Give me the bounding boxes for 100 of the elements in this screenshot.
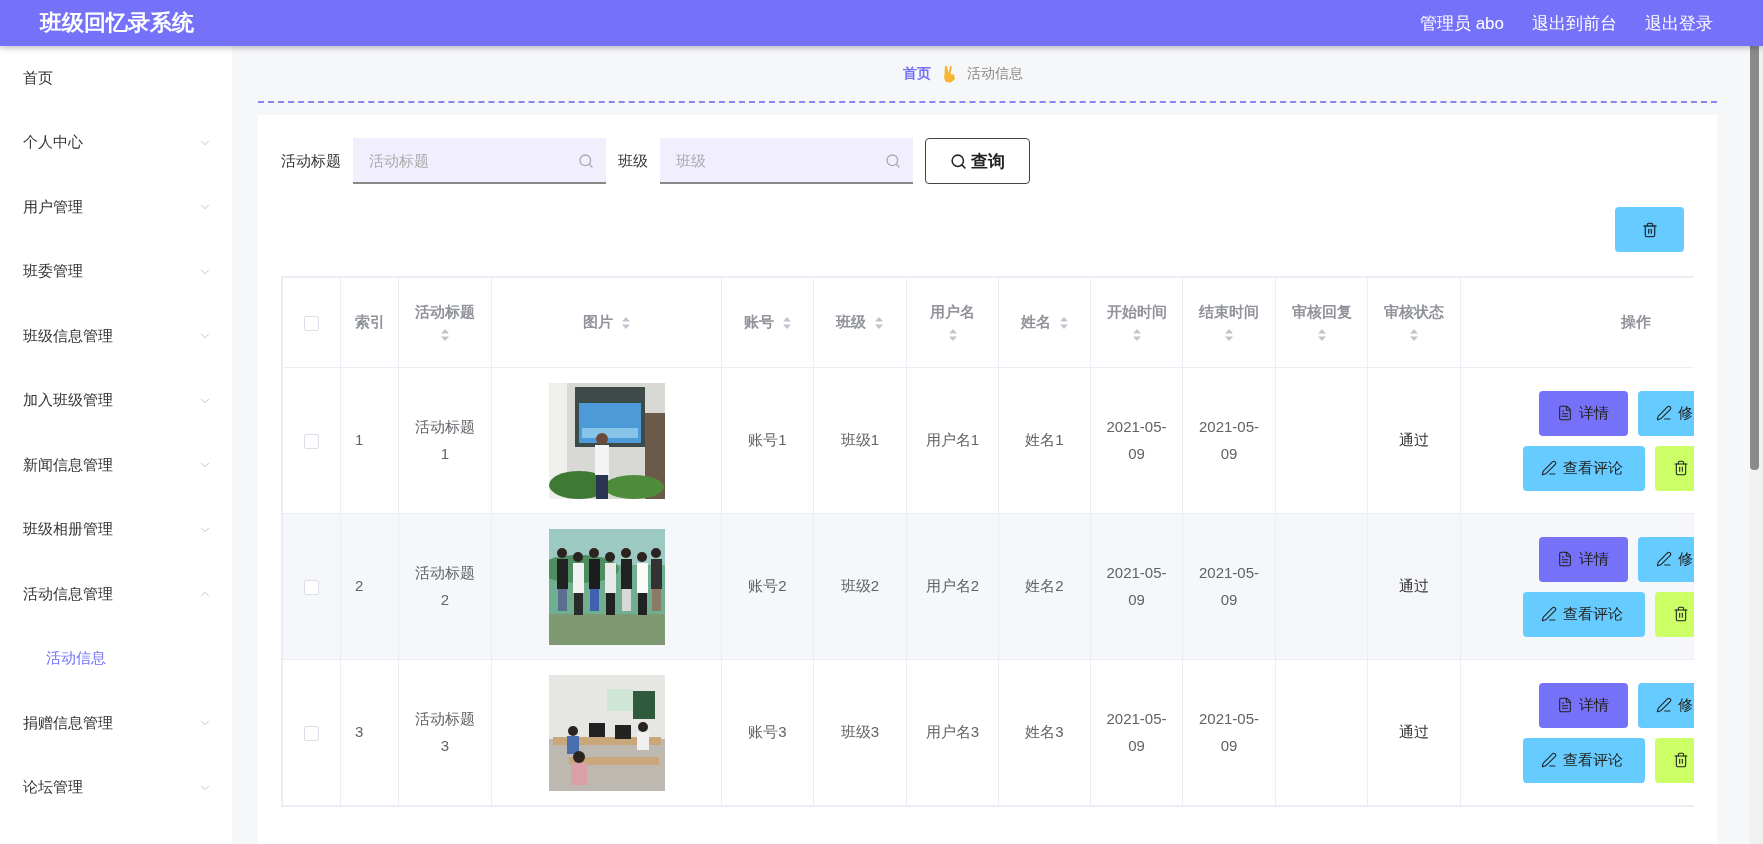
sort-icon[interactable] [874,315,884,330]
view-comments-button[interactable]: 查看评论 [1522,737,1645,783]
app-title: 班级回忆录系统 [40,9,195,37]
search-icon [885,153,901,169]
detail-button[interactable]: 详情 [1539,390,1628,436]
sidebar-item[interactable]: 班级信息管理 [23,326,113,346]
column-header[interactable]: 图片 [491,277,722,368]
table-cell-text: 2021-05-09 [1197,709,1260,756]
sort-icon[interactable] [781,315,792,330]
field-label: 班级 [618,151,648,171]
header-link[interactable]: 管理员 abo [1419,11,1504,35]
table-cell-text: 姓名2 [1025,576,1064,597]
pencil-icon [1540,606,1557,622]
column-header[interactable]: 索引 [340,277,399,368]
detail-button[interactable]: 详情 [1539,682,1628,728]
trash-icon [1641,221,1658,238]
search-icon [950,152,967,170]
sort-icon[interactable] [1131,328,1142,342]
column-header[interactable]: 活动标题 [398,277,492,368]
table-cell-text: 班级2 [840,576,880,597]
table-cell-text: 通过 [1399,430,1429,451]
header-link[interactable]: 退出到前台 [1532,11,1617,35]
table-cell-text: 通过 [1399,722,1429,743]
pencil-icon [1540,460,1557,476]
pencil-icon [1656,697,1672,713]
select-all-checkbox[interactable] [304,316,319,332]
column-header[interactable]: 班级 [813,277,907,368]
table-cell-text: 活动标题3 [414,709,476,756]
detail-button[interactable]: 详情 [1539,536,1628,582]
sidebar-item[interactable]: 活动信息管理 [23,584,113,604]
sort-icon[interactable] [620,315,631,330]
breadcrumb-item[interactable]: 首页 [902,64,931,83]
scrollbar[interactable] [1750,46,1763,844]
table-cell-text: 班级1 [840,430,880,451]
table-cell-text: 活动标题1 [414,417,476,464]
view-comments-button[interactable]: 查看评论 [1522,445,1645,491]
trash-icon [1672,752,1689,768]
table-cell-text: 账号1 [748,430,787,451]
column-header[interactable]: 审核状态 [1367,277,1461,368]
sort-icon[interactable] [440,328,450,342]
table-cell-text: 3 [355,722,364,743]
edit-button[interactable]: 修 [1638,536,1694,582]
sidebar-item[interactable]: 捐赠信息管理 [23,713,113,733]
view-comments-button[interactable]: 查看评论 [1522,591,1645,637]
table-cell-text: 用户名2 [925,576,980,597]
header-link[interactable]: 退出登录 [1645,11,1713,35]
table-cell-text: 账号3 [748,722,787,743]
sidebar-item[interactable]: 加入班级管理 [23,391,113,411]
table-cell-text: 账号2 [748,576,787,597]
sort-icon[interactable] [1058,315,1069,330]
document-icon [1557,551,1573,567]
field-label: 活动标题 [281,151,341,171]
row-checkbox[interactable] [304,579,319,595]
search-field[interactable]: 活动标题 [353,138,606,184]
sidebar-item[interactable]: 个人中心 [23,133,83,153]
table-cell-text: 用户名3 [925,722,980,743]
sidebar-item[interactable]: 用户管理 [23,197,83,217]
sort-icon[interactable] [1316,328,1327,342]
sort-icon[interactable] [1224,328,1234,342]
edit-button[interactable]: 修 [1638,390,1694,436]
table-cell-text: 2021-05-09 [1105,417,1168,464]
table-cell-text: 2021-05-09 [1197,417,1260,464]
document-icon [1557,697,1573,713]
table-cell-text: 活动标题2 [414,563,476,610]
sort-icon[interactable] [1409,328,1419,342]
sidebar-item[interactable]: 班级相册管理 [23,520,113,540]
breadcrumb-item: 活动信息 [966,64,1023,83]
edit-button[interactable]: 修 [1638,682,1694,728]
row-checkbox[interactable] [304,725,319,741]
column-header[interactable]: 账号 [721,277,814,368]
trash-icon [1672,606,1689,622]
row-checkbox[interactable] [304,433,319,449]
table-cell-text: 1 [355,430,364,451]
column-header[interactable]: 用户名 [906,277,999,368]
table-cell-text: 通过 [1399,576,1429,597]
column-header[interactable]: 开始时间 [1090,277,1183,368]
sidebar-item[interactable]: 论坛管理 [23,778,83,798]
scrollbar-thumb[interactable] [1750,46,1759,470]
column-header[interactable]: 姓名 [998,277,1091,368]
trash-icon [1672,460,1689,476]
sidebar-item[interactable]: 新闻信息管理 [23,455,113,475]
query-button[interactable]: 查询 [925,138,1030,184]
search-icon [578,153,594,169]
pencil-icon [1656,551,1672,567]
table-cell-text: 姓名3 [1025,722,1064,743]
document-icon [1557,405,1573,421]
table-cell-text: 2 [355,576,364,597]
batch-delete-button[interactable] [1615,207,1684,252]
table-cell-text: 姓名1 [1025,430,1064,451]
column-header[interactable]: 结束时间 [1182,277,1276,368]
table-cell-text: 班级3 [840,722,880,743]
pencil-icon [1540,752,1557,768]
pencil-icon [1656,405,1672,421]
column-header[interactable]: 审核回复 [1275,277,1368,368]
table-cell-text: 2021-05-09 [1197,563,1260,610]
sidebar-item[interactable]: 首页 [23,68,53,88]
search-field[interactable]: 班级 [660,138,913,184]
sidebar-item[interactable]: 班委管理 [23,262,83,282]
sort-icon[interactable] [947,328,958,342]
sidebar-subitem[interactable]: 活动信息 [23,649,106,669]
